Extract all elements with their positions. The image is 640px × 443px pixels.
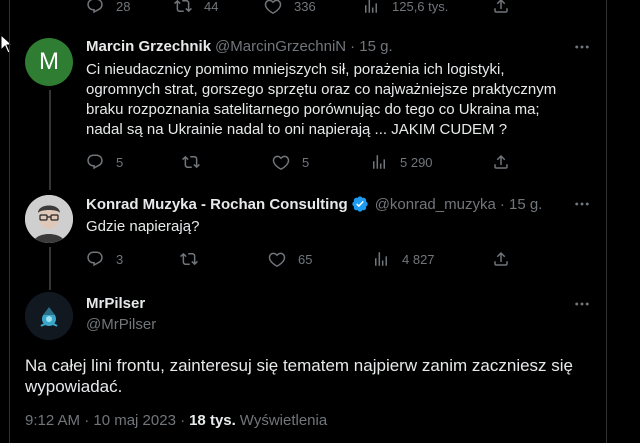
share-button[interactable] bbox=[492, 152, 510, 172]
views-button[interactable]: 5 290 bbox=[370, 152, 433, 172]
avatar-photo bbox=[25, 292, 73, 340]
retweet-button[interactable] bbox=[180, 249, 198, 269]
views-label: Wyświetlenia bbox=[239, 412, 328, 429]
views-button[interactable]: 125,6 tys. bbox=[362, 0, 448, 16]
share-icon bbox=[494, 0, 508, 13]
avatar-letter: M bbox=[39, 48, 59, 75]
reply-icon bbox=[87, 0, 103, 14]
more-options-button[interactable] bbox=[573, 295, 591, 313]
like-count: 336 bbox=[294, 0, 316, 14]
tweet-text: Ci nieudacznicy pomimo mniejszych sił, p… bbox=[86, 60, 596, 140]
like-count: 65 bbox=[298, 251, 313, 267]
retweet-icon bbox=[180, 252, 198, 266]
more-options-button[interactable] bbox=[573, 195, 591, 213]
main-tweet-text: Na całej lini frontu, zainteresuj się te… bbox=[25, 355, 600, 397]
tweet-header: Marcin Grzechnik @MarcinGrzechniN · 15 g… bbox=[86, 38, 393, 55]
prev-tweet-actions: 28 44 336 125,6 tys. bbox=[10, 0, 606, 16]
views-button[interactable]: 4 827 bbox=[372, 249, 435, 269]
heart-icon bbox=[268, 252, 286, 267]
author-handle[interactable]: @konrad_muzyka bbox=[375, 196, 496, 213]
author-handle[interactable]: @MarcinGrzechniN bbox=[215, 38, 346, 55]
reply-count: 28 bbox=[116, 0, 131, 14]
views-count: 4 827 bbox=[402, 251, 435, 267]
views-chart-icon bbox=[365, 0, 377, 13]
reply-button[interactable]: 3 bbox=[86, 249, 123, 269]
avatar-photo bbox=[25, 195, 73, 243]
tweet-text-line: nadal są na Ukrainie nadal to oni napier… bbox=[86, 121, 508, 138]
reply-icon bbox=[87, 154, 103, 170]
author-name[interactable]: MrPilser bbox=[86, 295, 145, 312]
heart-icon bbox=[272, 155, 290, 170]
avatar[interactable]: M bbox=[25, 38, 73, 86]
author-name[interactable]: Konrad Muzyka - Rochan Consulting bbox=[86, 196, 348, 213]
tweet-text-line: braku rozpoznania satelitarnego porównuj… bbox=[86, 101, 540, 118]
retweet-icon bbox=[174, 0, 192, 13]
like-count: 5 bbox=[302, 154, 310, 170]
author-handle[interactable]: @MrPilser bbox=[86, 316, 156, 333]
more-options-button[interactable] bbox=[573, 38, 591, 56]
reply-button[interactable]: 28 bbox=[86, 0, 130, 16]
more-icon bbox=[575, 302, 589, 306]
avatar[interactable] bbox=[25, 292, 73, 340]
author-name[interactable]: Marcin Grzechnik bbox=[86, 38, 211, 55]
like-button[interactable]: 65 bbox=[268, 249, 312, 269]
tweet-text: Gdzie napierają? bbox=[86, 217, 596, 237]
main-tweet-name-row: MrPilser bbox=[86, 295, 145, 312]
like-button[interactable]: 5 bbox=[272, 152, 309, 172]
like-button[interactable]: 336 bbox=[264, 0, 316, 16]
reply-count: 3 bbox=[116, 251, 124, 267]
views-chart-icon bbox=[375, 252, 387, 266]
tweet-actions: 5 5 5 290 bbox=[10, 152, 606, 172]
views-count: 18 tys. bbox=[189, 412, 236, 429]
heart-icon bbox=[264, 0, 282, 14]
main-tweet-handle-row: @MrPilser bbox=[86, 316, 156, 333]
tweet-header: Konrad Muzyka - Rochan Consulting @konra… bbox=[86, 195, 542, 213]
tweet-text-line: ogromnych strat, gorszego sprzętu oraz c… bbox=[86, 81, 557, 98]
retweet-button[interactable]: 44 bbox=[174, 0, 218, 16]
views-count: 5 290 bbox=[400, 154, 433, 170]
tweet-text-line: Gdzie napierają? bbox=[86, 218, 200, 235]
views-chart-icon bbox=[373, 155, 385, 169]
share-icon bbox=[494, 154, 508, 169]
right-gutter bbox=[607, 0, 640, 443]
main-tweet-text-line: wypowiadać. bbox=[25, 377, 123, 396]
more-icon bbox=[575, 45, 589, 49]
retweet-icon bbox=[182, 155, 200, 169]
tweet-time[interactable]: · 15 g. bbox=[500, 196, 543, 213]
timeline-column: 28 44 336 125,6 tys. M Marcin Grzechnik … bbox=[9, 0, 607, 443]
reply-count: 5 bbox=[116, 154, 124, 170]
views-count: 125,6 tys. bbox=[392, 0, 449, 14]
main-tweet-text-line: Na całej lini frontu, zainteresuj się te… bbox=[25, 356, 574, 375]
main-tweet-meta: 9:12 AM · 10 maj 2023 · 18 tys. Wyświetl… bbox=[25, 412, 327, 429]
share-icon bbox=[494, 251, 508, 266]
share-button[interactable] bbox=[492, 249, 510, 269]
thread-line bbox=[49, 90, 51, 190]
retweet-button[interactable] bbox=[182, 152, 200, 172]
share-button[interactable] bbox=[492, 0, 510, 16]
retweet-count: 44 bbox=[204, 0, 219, 14]
more-icon bbox=[575, 202, 589, 206]
reply-icon bbox=[87, 251, 103, 267]
tweet-actions: 3 65 4 827 bbox=[10, 249, 606, 269]
verified-badge-icon bbox=[352, 196, 368, 212]
tweet-timestamp[interactable]: 9:12 AM · 10 maj 2023 · bbox=[25, 412, 185, 429]
avatar[interactable] bbox=[25, 195, 73, 243]
tweet-text-line: Ci nieudacznicy pomimo mniejszych sił, p… bbox=[86, 61, 505, 78]
tweet-time[interactable]: · 15 g. bbox=[350, 38, 393, 55]
reply-button[interactable]: 5 bbox=[86, 152, 123, 172]
